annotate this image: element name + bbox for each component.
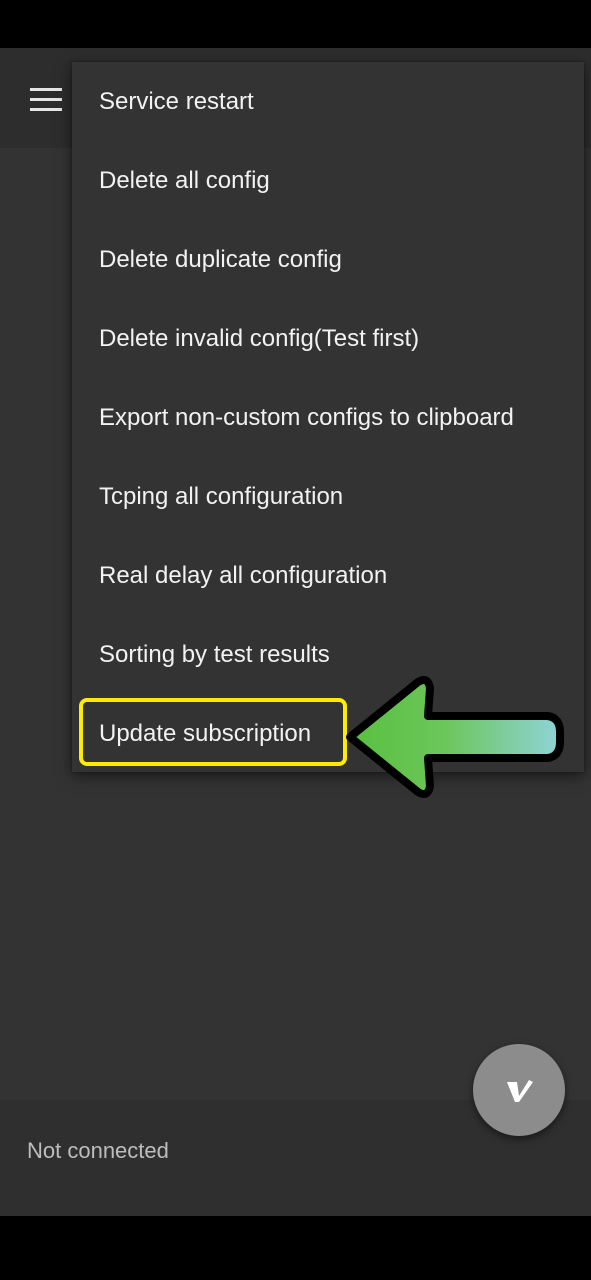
phone-screen: Not connected Service restart Delete all… [0,0,591,1280]
menu-item-service-restart[interactable]: Service restart [72,62,584,141]
menu-item-real-delay-all[interactable]: Real delay all configuration [72,536,584,615]
menu-item-label: Tcping all configuration [99,482,344,510]
menu-item-label: Update subscription [99,719,312,747]
green-arrow-icon [346,676,564,798]
menu-item-label: Delete all config [99,166,270,194]
menu-item-label: Export non-custom configs to clipboard [99,403,514,431]
connect-fab-button[interactable] [473,1044,565,1136]
menu-item-delete-duplicate-config[interactable]: Delete duplicate config [72,220,584,299]
menu-item-delete-all-config[interactable]: Delete all config [72,141,584,220]
menu-item-label: Delete duplicate config [99,245,342,273]
system-navigation-bar [0,1216,591,1280]
connection-status-text: Not connected [27,1138,169,1163]
menu-item-label: Real delay all configuration [99,561,388,589]
hamburger-icon[interactable] [30,88,62,112]
menu-item-label: Service restart [99,87,254,115]
menu-item-delete-invalid-config[interactable]: Delete invalid config(Test first) [72,299,584,378]
menu-item-label: Delete invalid config(Test first) [99,324,420,352]
menu-item-export-configs[interactable]: Export non-custom configs to clipboard [72,378,584,457]
menu-item-label: Sorting by test results [99,640,330,668]
status-bar [0,0,591,48]
overflow-menu: Service restart Delete all config Delete… [72,62,584,772]
menu-item-tcping-all[interactable]: Tcping all configuration [72,457,584,536]
v-logo-icon [507,1080,533,1102]
